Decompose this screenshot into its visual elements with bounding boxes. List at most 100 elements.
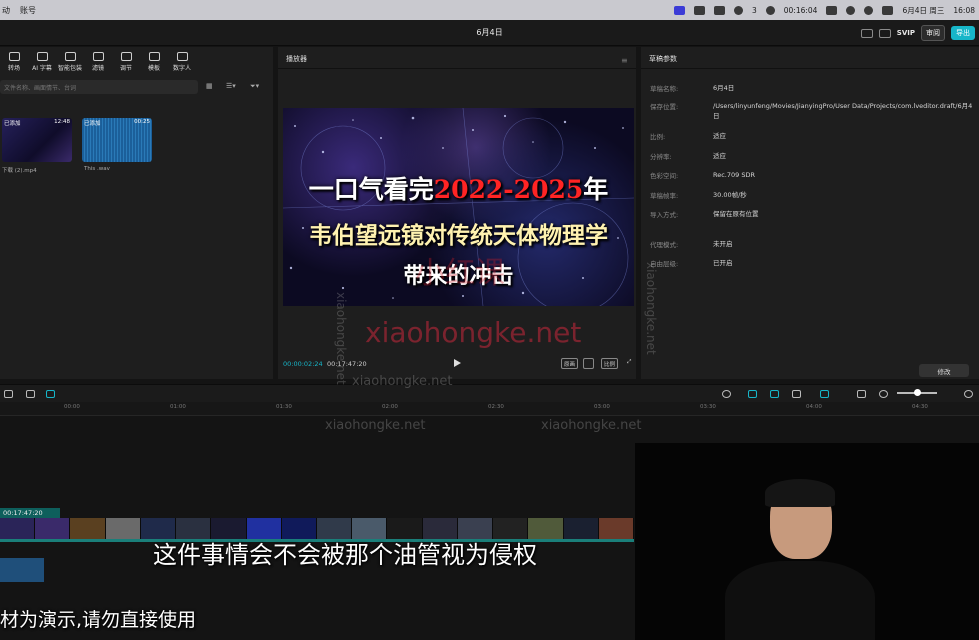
stop-icon[interactable] [765, 5, 775, 15]
browser-icon[interactable] [693, 5, 705, 15]
screen-record-icon[interactable] [673, 5, 685, 15]
fullscreen-icon[interactable]: ⤢ [625, 358, 635, 369]
original-quality-button[interactable]: 原画 [561, 358, 579, 369]
caption-track-icon[interactable] [46, 390, 55, 398]
watermark-small: xiaohongke.net [352, 374, 453, 389]
shield-icon[interactable] [26, 390, 35, 398]
digital-human-icon [176, 52, 188, 61]
zoom-out-icon[interactable] [879, 390, 888, 398]
media-duration: 00:25 [134, 119, 150, 125]
clip-frame [0, 518, 36, 539]
pack-icon [64, 52, 76, 61]
audio-track-clip[interactable] [0, 558, 44, 582]
track-duration-label: 00:17:47:20 [0, 508, 60, 518]
screen-icon[interactable] [857, 390, 866, 398]
tool-digital-human[interactable]: 数字人 [170, 48, 194, 78]
prop-row-color-space: 色彩空间: Rec.709 SDR [650, 171, 755, 180]
clip-frame [105, 518, 141, 539]
template-icon [148, 52, 160, 61]
ruler-tick: 03:30 [700, 404, 716, 410]
ruler-tick: 04:00 [806, 404, 822, 410]
video-subtitle: 这件事情会不会被那个油管视为侵权 [153, 541, 537, 569]
ruler-tick: 03:00 [594, 404, 610, 410]
layout-icon[interactable] [860, 28, 873, 38]
recording-time: 00:16:04 [783, 5, 818, 15]
wechat-count: 3 [751, 5, 757, 15]
player-menu-icon[interactable]: ≡ [621, 56, 628, 65]
watermark-cn: 小红课 [415, 256, 505, 291]
tool-filter[interactable]: 滤镜 [86, 48, 110, 78]
fit-icon[interactable] [583, 358, 594, 369]
project-title: 6月4日 [476, 28, 503, 37]
media-added-badge: 已添加 [4, 121, 21, 127]
ruler-tick: 00:00 [64, 404, 80, 410]
media-item-name: This .wav [84, 166, 110, 172]
media-added-badge: 已添加 [84, 121, 101, 127]
modify-button[interactable]: 修改 [919, 364, 969, 377]
filter-funnel-icon[interactable]: ⏷▾ [250, 82, 264, 91]
wechat-icon[interactable] [733, 5, 743, 15]
watermark-vertical: xiaohongke.net [644, 262, 658, 355]
split-audio-icon[interactable] [820, 390, 829, 398]
prop-row-resolution: 分辨率: 适应 [650, 152, 726, 161]
play-icon[interactable] [454, 359, 461, 367]
watermark-small: xiaohongke.net [325, 418, 426, 433]
tool-transition[interactable]: 转场 [2, 48, 26, 78]
app-root: 动 账号 3 00:16:04 6月4日 周三 16:08 6月4日 SVIP … [0, 0, 979, 640]
volume-icon[interactable] [826, 5, 838, 15]
search-icon[interactable] [864, 5, 874, 15]
adjust-icon [120, 52, 132, 61]
menubar-date[interactable]: 6月4日 周三 [902, 5, 944, 16]
prop-row-import-mode: 导入方式: 保留在原有位置 [650, 210, 759, 219]
wifi-icon[interactable] [846, 5, 856, 15]
review-button[interactable]: 审阅 [921, 25, 945, 41]
ratio-button[interactable]: 比例 [601, 358, 619, 369]
media-item-video[interactable]: 已添加 12:48 [2, 118, 72, 162]
tool-adjust[interactable]: 调节 [114, 48, 138, 78]
watermark-small: xiaohongke.net [541, 418, 642, 433]
properties-title: 草稿参数 [641, 47, 979, 69]
tool-ai-caption[interactable]: AI 字幕 [30, 48, 54, 78]
prop-row-ratio: 比例: 适应 [650, 132, 726, 141]
ruler-tick: 01:30 [276, 404, 292, 410]
clip-frame [598, 518, 634, 539]
svip-badge[interactable]: SVIP [897, 29, 915, 37]
export-button[interactable]: 导出 [951, 26, 975, 40]
media-search-input[interactable]: 文件名称、画面情节、台词 [0, 80, 198, 94]
tiktok-icon[interactable] [713, 5, 725, 15]
menubar-app-item[interactable]: 动 [2, 5, 10, 16]
menubar-time[interactable]: 16:08 [953, 6, 975, 15]
filter-icon [92, 52, 104, 61]
prop-row-frame-rate: 草稿帧率: 30.00帧/秒 [650, 191, 747, 200]
macos-menubar: 动 账号 3 00:16:04 6月4日 周三 16:08 [0, 0, 979, 20]
clip-frame [35, 518, 71, 539]
prop-row-proxy-mode: 代理模式: 未开启 [650, 240, 733, 249]
app-titlebar: 6月4日 SVIP 审阅 导出 [0, 20, 979, 46]
media-item-audio[interactable]: 已添加 00:25 [82, 118, 152, 162]
select-tool-icon[interactable] [4, 390, 13, 398]
player-title: 播放器 [278, 47, 636, 69]
ruler-tick: 01:00 [170, 404, 186, 410]
tool-smart-pack[interactable]: 智能包装 [58, 48, 82, 78]
transition-icon [8, 52, 20, 61]
media-duration: 12:48 [54, 119, 70, 125]
microphone-icon[interactable] [722, 390, 731, 398]
link-icon[interactable] [748, 390, 757, 398]
preview-axis-icon[interactable] [792, 390, 801, 398]
menubar-account-item[interactable]: 账号 [20, 5, 36, 16]
zoom-in-icon[interactable] [964, 390, 973, 398]
watermark-vertical: xiaohongke.net [334, 292, 348, 385]
tool-template[interactable]: 模板 [142, 48, 166, 78]
timeline-ruler[interactable]: 00:00 01:00 01:30 02:00 02:30 03:00 03:3… [0, 402, 979, 416]
snap-icon[interactable] [770, 390, 779, 398]
caption-icon [36, 52, 48, 61]
presenter-cap [765, 479, 835, 507]
disclaimer-text: 材为演示,请勿直接使用 [0, 609, 197, 631]
sort-icon[interactable]: ☰▾ [226, 82, 240, 91]
media-panel [0, 47, 273, 379]
layout-switch-icon[interactable] [878, 28, 891, 38]
zoom-slider-handle[interactable] [914, 389, 921, 396]
grid-view-icon[interactable]: ▦ [206, 82, 220, 91]
clip-frame [563, 518, 599, 539]
control-center-icon[interactable] [882, 5, 894, 15]
